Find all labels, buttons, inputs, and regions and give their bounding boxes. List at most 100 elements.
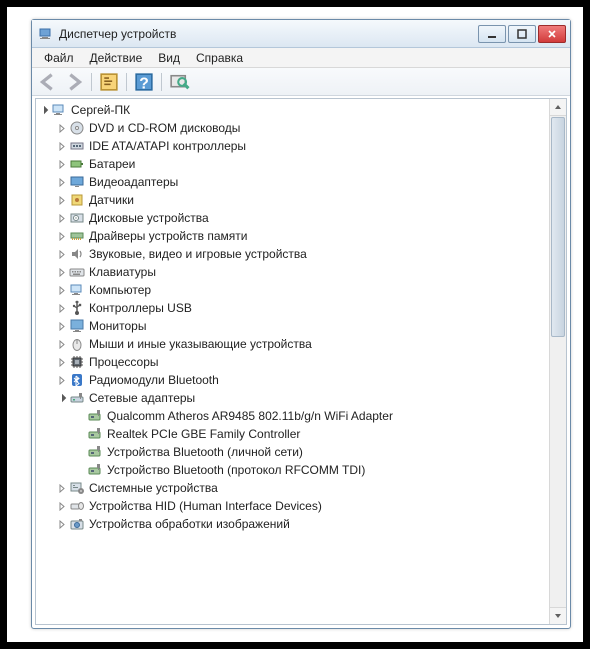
tree-expander-icon[interactable] [56, 518, 68, 530]
tree-expander-icon[interactable] [56, 482, 68, 494]
titlebar[interactable]: Диспетчер устройств [32, 20, 570, 48]
hdd-icon [69, 210, 85, 226]
system-icon [69, 480, 85, 496]
menu-help[interactable]: Справка [188, 49, 251, 67]
computer-icon [69, 282, 85, 298]
tree-item[interactable]: Звуковые, видео и игровые устройства [56, 245, 564, 263]
tree-expander-icon[interactable] [56, 392, 68, 404]
tree-expander-icon[interactable] [56, 356, 68, 368]
tree-item[interactable]: Qualcomm Atheros AR9485 802.11b/g/n WiFi… [74, 407, 564, 425]
tree-item[interactable]: Realtek PCIe GBE Family Controller [74, 425, 564, 443]
menu-action[interactable]: Действие [82, 49, 151, 67]
tree-expander-icon[interactable] [56, 266, 68, 278]
tree-item[interactable]: Датчики [56, 191, 564, 209]
tree-item[interactable]: Устройства обработки изображений [56, 515, 564, 533]
sensor-icon [69, 192, 85, 208]
tree-expander-icon[interactable] [56, 158, 68, 170]
tree-item-label: Системные устройства [89, 481, 218, 495]
tree-spacer [74, 446, 86, 458]
tree-item[interactable]: Устройство Bluetooth (протокол RFCOMM TD… [74, 461, 564, 479]
tree-expander-icon[interactable] [56, 176, 68, 188]
tree-item[interactable]: Радиомодули Bluetooth [56, 371, 564, 389]
tree-expander-icon[interactable] [56, 248, 68, 260]
tree-item[interactable]: Устройства Bluetooth (личной сети) [74, 443, 564, 461]
tree-item[interactable]: Мониторы [56, 317, 564, 335]
tree-expander-icon[interactable] [56, 500, 68, 512]
tree-expander-icon[interactable] [56, 338, 68, 350]
tree-expander-icon[interactable] [56, 122, 68, 134]
tree-item[interactable]: Видеоадаптеры [56, 173, 564, 191]
vertical-scrollbar[interactable] [549, 99, 566, 624]
scroll-thumb[interactable] [551, 117, 565, 337]
menu-file[interactable]: Файл [36, 49, 82, 67]
tree-item-label: Устройства HID (Human Interface Devices) [89, 499, 322, 513]
tree-item[interactable]: Контроллеры USB [56, 299, 564, 317]
netcard-icon [87, 426, 103, 442]
keyboard-icon [69, 264, 85, 280]
toolbar-separator [161, 73, 162, 91]
tree-expander-icon[interactable] [56, 230, 68, 242]
network-icon [69, 390, 85, 406]
tree-item-label: Дисковые устройства [89, 211, 209, 225]
tree-expander-icon[interactable] [56, 212, 68, 224]
tree-expander-icon[interactable] [56, 194, 68, 206]
tree-expander-icon[interactable] [56, 320, 68, 332]
tree-item-label: Устройство Bluetooth (протокол RFCOMM TD… [107, 463, 365, 477]
tree-item-label: Сергей-ПК [71, 103, 130, 117]
cpu-icon [69, 354, 85, 370]
maximize-button[interactable] [508, 25, 536, 43]
menubar: Файл Действие Вид Справка [32, 48, 570, 68]
tree-item-label: Устройства Bluetooth (личной сети) [107, 445, 303, 459]
tree-item[interactable]: Процессоры [56, 353, 564, 371]
monitor-icon [69, 318, 85, 334]
tree-item[interactable]: Компьютер [56, 281, 564, 299]
tree-item[interactable]: Сетевые адаптеры [56, 389, 564, 407]
tree-item[interactable]: Мыши и иные указывающие устройства [56, 335, 564, 353]
scan-hardware-button[interactable] [167, 71, 191, 93]
tree-item[interactable]: Устройства HID (Human Interface Devices) [56, 497, 564, 515]
device-tree: Сергей-ПК DVD и CD-ROM дисководы IDE ATA… [38, 101, 564, 533]
tree-item-label: Устройства обработки изображений [89, 517, 290, 531]
tree-item-label: Батареи [89, 157, 135, 171]
tree-item-label: Компьютер [89, 283, 151, 297]
tree-expander-icon[interactable] [38, 104, 50, 116]
tree-item[interactable]: Сергей-ПК [38, 101, 564, 119]
tree-item[interactable]: IDE ATA/ATAPI контроллеры [56, 137, 564, 155]
tree-item-label: Видеоадаптеры [89, 175, 178, 189]
toolbar: ? [32, 68, 570, 96]
tree-expander-icon[interactable] [56, 374, 68, 386]
menu-view[interactable]: Вид [150, 49, 188, 67]
tree-item-label: Радиомодули Bluetooth [89, 373, 219, 387]
tree-expander-icon[interactable] [56, 140, 68, 152]
imaging-icon [69, 516, 85, 532]
memory-icon [69, 228, 85, 244]
sound-icon [69, 246, 85, 262]
close-button[interactable] [538, 25, 566, 43]
hid-icon [69, 498, 85, 514]
tree-item-label: Realtek PCIe GBE Family Controller [107, 427, 300, 441]
tree-item-label: Драйверы устройств памяти [89, 229, 247, 243]
tree-spacer [74, 464, 86, 476]
tree-item-label: IDE ATA/ATAPI контроллеры [89, 139, 246, 153]
tree-item-label: Звуковые, видео и игровые устройства [89, 247, 307, 261]
tree-item[interactable]: DVD и CD-ROM дисководы [56, 119, 564, 137]
scroll-down-button[interactable] [550, 607, 566, 624]
window-title: Диспетчер устройств [59, 27, 478, 41]
tree-item-label: DVD и CD-ROM дисководы [89, 121, 240, 135]
tree-item[interactable]: Системные устройства [56, 479, 564, 497]
tree-expander-icon[interactable] [56, 302, 68, 314]
tree-item-label: Процессоры [89, 355, 159, 369]
scroll-up-button[interactable] [550, 99, 566, 116]
tree-item[interactable]: Клавиатуры [56, 263, 564, 281]
svg-text:?: ? [139, 75, 149, 92]
device-tree-panel[interactable]: Сергей-ПК DVD и CD-ROM дисководы IDE ATA… [35, 98, 567, 625]
properties-button[interactable] [97, 71, 121, 93]
tree-item[interactable]: Батареи [56, 155, 564, 173]
mouse-icon [69, 336, 85, 352]
tree-expander-icon[interactable] [56, 284, 68, 296]
tree-item[interactable]: Дисковые устройства [56, 209, 564, 227]
help-button[interactable]: ? [132, 71, 156, 93]
netcard-icon [87, 408, 103, 424]
tree-item[interactable]: Драйверы устройств памяти [56, 227, 564, 245]
minimize-button[interactable] [478, 25, 506, 43]
